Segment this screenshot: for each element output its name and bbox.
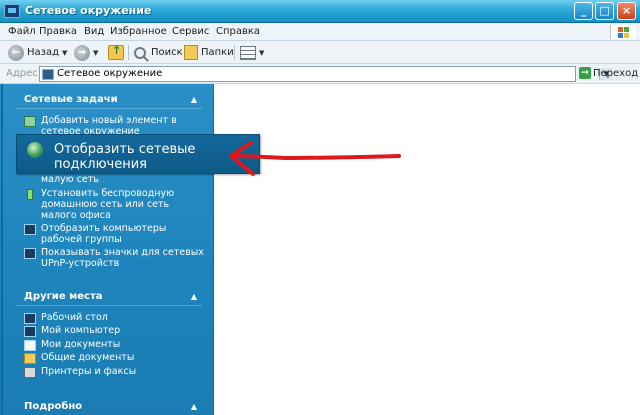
- task-small-network[interactable]: малую сеть: [24, 174, 204, 185]
- task-label: малую сеть: [41, 174, 99, 185]
- address-input[interactable]: Сетевое окружение ▼: [39, 66, 613, 82]
- menu-file[interactable]: Файл: [8, 26, 36, 37]
- close-button[interactable]: ×: [617, 2, 636, 20]
- up-folder-button[interactable]: [108, 44, 124, 61]
- task-label: Установить беспроводную домашнюю сеть ил…: [41, 188, 175, 221]
- chevron-down-icon: ▼: [93, 48, 99, 57]
- collapse-chevron-icon[interactable]: ▲: [190, 95, 198, 104]
- file-list-view[interactable]: [215, 84, 640, 415]
- folders-button[interactable]: Папки: [184, 44, 234, 61]
- network-tasks-title[interactable]: Сетевые задачи: [24, 94, 118, 105]
- task-show-workgroup[interactable]: Отобразить компьютеры рабочей группы: [24, 223, 204, 245]
- wireless-icon: [27, 189, 33, 200]
- chevron-down-icon: ▼: [259, 48, 265, 57]
- toolbar-divider: [234, 45, 235, 60]
- go-button[interactable]: → Переход: [579, 67, 638, 79]
- network-window-icon: [4, 4, 20, 18]
- network-places-icon: [42, 69, 54, 80]
- workgroup-icon: [24, 224, 36, 235]
- menu-tools[interactable]: Сервис: [172, 26, 209, 37]
- views-button[interactable]: ▼: [240, 44, 264, 61]
- toolbar-divider: [128, 45, 129, 60]
- task-label: Отобразить компьютеры рабочей группы: [41, 223, 167, 245]
- views-icon: [240, 45, 256, 60]
- menu-help[interactable]: Справка: [216, 26, 260, 37]
- address-value: Сетевое окружение: [57, 68, 163, 79]
- address-bar: Адрес Сетевое окружение ▼ → Переход: [0, 64, 640, 84]
- my-documents-icon: [24, 340, 36, 351]
- back-label: Назад: [27, 47, 60, 58]
- windows-logo-icon: [610, 25, 636, 39]
- details-title[interactable]: Подробно: [24, 401, 82, 412]
- task-wireless-setup[interactable]: Установить беспроводную домашнюю сеть ил…: [24, 188, 204, 221]
- collapse-chevron-icon[interactable]: ▲: [190, 402, 198, 411]
- address-label: Адрес: [6, 68, 38, 79]
- place-label: Рабочий стол: [41, 312, 108, 323]
- arrow-head: [229, 141, 255, 176]
- search-button[interactable]: Поиск: [134, 44, 183, 61]
- add-network-place-icon: [24, 116, 36, 127]
- desktop-icon: [24, 313, 36, 324]
- pane-border: [1, 84, 3, 415]
- place-shared-documents[interactable]: Общие документы: [24, 352, 204, 364]
- place-my-documents[interactable]: Мои документы: [24, 339, 204, 351]
- task-label: Показывать значки для сетевых UPnP-устро…: [41, 247, 204, 269]
- task-show-upnp[interactable]: Показывать значки для сетевых UPnP-устро…: [24, 247, 204, 269]
- menu-view[interactable]: Вид: [84, 26, 104, 37]
- my-computer-icon: [24, 326, 36, 337]
- forward-button[interactable]: → ▼: [74, 44, 98, 61]
- menu-favorites[interactable]: Избранное: [110, 26, 167, 37]
- title-bar: Сетевое окружение _ □ ×: [0, 0, 640, 23]
- place-label: Мой компьютер: [41, 325, 121, 336]
- search-label: Поиск: [151, 47, 183, 58]
- folder-up-icon: [108, 44, 124, 60]
- panel-divider: [16, 108, 202, 109]
- window-title: Сетевое окружение: [25, 4, 152, 17]
- place-desktop[interactable]: Рабочий стол: [24, 312, 204, 324]
- back-arrow-icon: ←: [8, 44, 24, 61]
- place-my-computer[interactable]: Мой компьютер: [24, 325, 204, 337]
- annotation-arrow: [229, 141, 401, 176]
- place-printers[interactable]: Принтеры и факсы: [24, 366, 204, 378]
- printers-icon: [24, 367, 36, 378]
- arrow-shaft: [231, 154, 401, 161]
- collapse-chevron-icon[interactable]: ▲: [190, 292, 198, 301]
- folders-icon: [184, 45, 198, 60]
- menu-bar: Файл Правка Вид Избранное Сервис Справка: [0, 23, 640, 41]
- back-button[interactable]: ← Назад ▼: [8, 44, 67, 61]
- shared-documents-icon: [24, 353, 36, 364]
- task-hover-tooltip[interactable]: Отобразить сетевые подключения: [16, 134, 260, 174]
- place-label: Принтеры и факсы: [41, 366, 137, 377]
- folders-label: Папки: [201, 47, 234, 58]
- chevron-down-icon: ▼: [62, 48, 68, 57]
- go-label: Переход: [593, 67, 639, 79]
- other-places-title[interactable]: Другие места: [24, 291, 103, 302]
- minimize-button[interactable]: _: [574, 2, 593, 20]
- toolbar: ← Назад ▼ → ▼ Поиск Папки ▼: [0, 41, 640, 64]
- forward-arrow-icon: →: [74, 44, 90, 61]
- menu-edit[interactable]: Правка: [39, 26, 77, 37]
- network-connections-icon: [27, 142, 43, 158]
- upnp-icon: [24, 248, 36, 259]
- maximize-button[interactable]: □: [595, 2, 614, 20]
- search-icon: [134, 46, 146, 59]
- place-label: Общие документы: [41, 352, 135, 363]
- panel-divider: [16, 305, 202, 306]
- place-label: Мои документы: [41, 339, 121, 350]
- go-arrow-icon: →: [579, 67, 591, 79]
